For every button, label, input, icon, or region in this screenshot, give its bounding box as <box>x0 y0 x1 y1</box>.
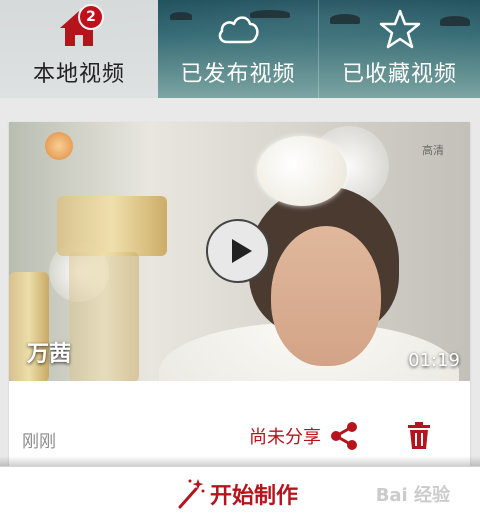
tab-label: 本地视频 <box>32 62 125 87</box>
play-button[interactable] <box>206 219 270 283</box>
home-icon: 2 <box>56 4 104 50</box>
start-create-button[interactable]: 开始制作 <box>176 477 298 511</box>
start-create-label: 开始制作 <box>210 484 299 509</box>
tab-bar: 2 本地视频 已发布视频 已收藏视频 <box>0 0 480 98</box>
app-screen: 2 本地视频 已发布视频 已收藏视频 高清 万茜 01:19 刚刚 尚未分享 开… <box>0 0 480 525</box>
video-time: 刚刚 <box>22 432 56 452</box>
notification-badge: 2 <box>78 4 104 30</box>
video-title: 万茜 <box>27 342 72 367</box>
background-pillar <box>57 196 167 256</box>
tab-local-videos[interactable]: 2 本地视频 <box>0 0 158 98</box>
trash-icon[interactable] <box>405 421 433 451</box>
bottom-bar: 开始制作 Bai 经验 <box>0 466 480 525</box>
person-face <box>271 226 381 366</box>
tab-favorited-videos[interactable]: 已收藏视频 <box>319 0 480 98</box>
person-hat <box>257 136 347 206</box>
channel-logo <box>45 132 73 160</box>
star-icon <box>377 8 423 50</box>
play-icon <box>232 239 252 263</box>
baidu-watermark: Bai 经验 <box>375 485 450 506</box>
bottom-shadow <box>0 456 480 466</box>
tab-label: 已收藏视频 <box>341 62 457 87</box>
tab-label: 已发布视频 <box>180 62 296 87</box>
cloud-icon <box>215 8 261 50</box>
video-duration: 01:19 <box>408 350 460 371</box>
magic-wand-icon <box>176 477 206 511</box>
share-icon <box>327 419 361 453</box>
video-card: 高清 万茜 01:19 刚刚 尚未分享 <box>9 122 470 472</box>
share-button[interactable]: 尚未分享 <box>249 419 361 453</box>
background-pillar <box>69 252 139 381</box>
video-thumbnail[interactable]: 高清 万茜 01:19 <box>9 122 470 381</box>
tab-published-videos[interactable]: 已发布视频 <box>158 0 318 98</box>
share-status-label: 尚未分享 <box>249 427 321 448</box>
hd-watermark: 高清 <box>422 144 444 157</box>
